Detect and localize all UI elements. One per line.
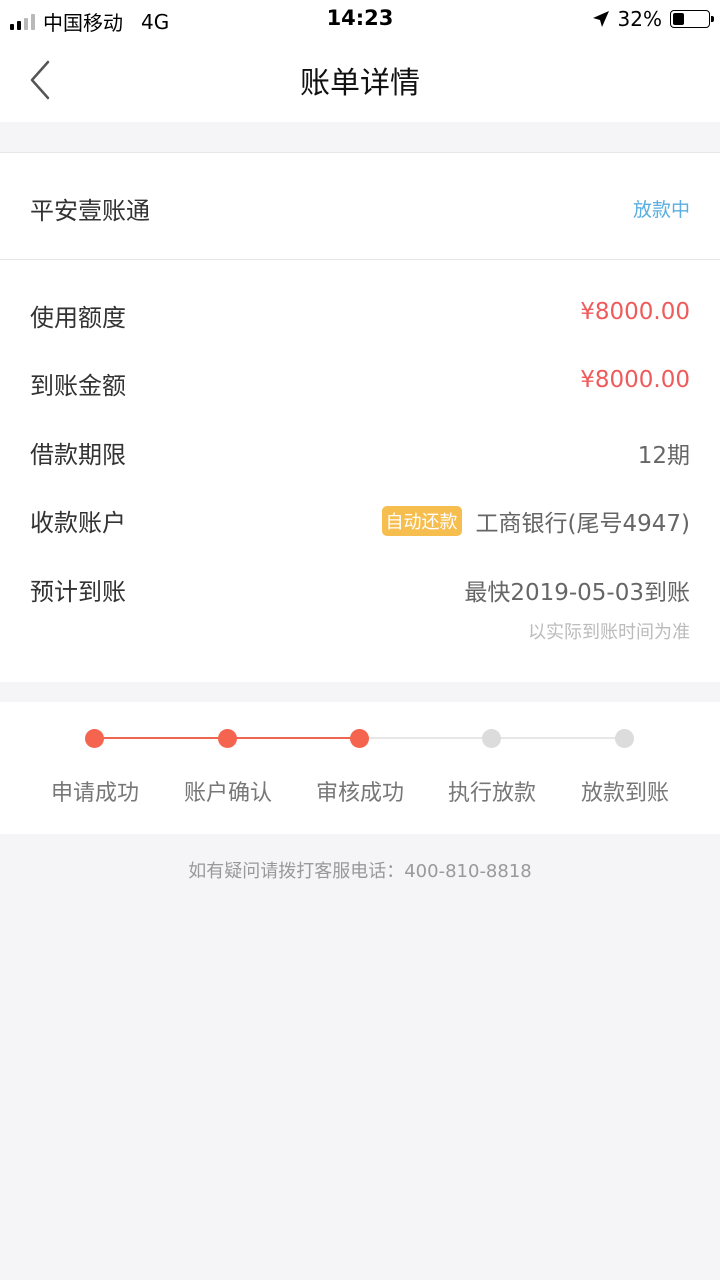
progress-track-3 bbox=[360, 737, 492, 739]
nav-bar: 账单详情 bbox=[0, 38, 720, 122]
step-dot-3 bbox=[350, 729, 369, 748]
receiving-account-value-group: 自动还款 工商银行(尾号4947) bbox=[381, 504, 690, 538]
received-amount-value: ¥8000.00 bbox=[580, 367, 690, 393]
loan-term-label: 借款期限 bbox=[30, 441, 126, 469]
loan-term-value: 12期 bbox=[637, 443, 690, 469]
step-label-1: 申请成功 bbox=[50, 781, 139, 806]
battery-level bbox=[673, 13, 684, 25]
detail-row-used-limit: 使用额度 ¥8000.00 bbox=[30, 298, 690, 338]
location-arrow-icon bbox=[592, 11, 609, 27]
step-label-3: 审核成功 bbox=[315, 781, 404, 806]
used-limit-label: 使用额度 bbox=[30, 304, 126, 332]
detail-row-loan-term: 借款期限 12期 bbox=[30, 435, 690, 475]
product-name: 平安壹账通 bbox=[30, 197, 150, 225]
step-label-4: 执行放款 bbox=[447, 781, 536, 806]
detail-row-expected-arrival: 预计到账 最快2019-05-03到账 bbox=[30, 572, 690, 612]
progress-track-4 bbox=[492, 737, 625, 739]
received-amount-label: 到账金额 bbox=[30, 372, 126, 400]
expected-arrival-label: 预计到账 bbox=[30, 578, 126, 606]
progress-track-1 bbox=[95, 737, 228, 739]
auto-repay-tag: 自动还款 bbox=[381, 506, 462, 536]
step-label-5: 放款到账 bbox=[580, 781, 669, 806]
page-title: 账单详情 bbox=[300, 66, 420, 101]
status-bar: 中国移动 4G 14:23 32% bbox=[0, 0, 720, 38]
progress-stepper: 申请成功 账户确认 审核成功 执行放款 放款到账 bbox=[0, 702, 720, 834]
receiving-account-label: 收款账户 bbox=[30, 509, 126, 537]
detail-row-received-amount: 到账金额 ¥8000.00 bbox=[30, 366, 690, 406]
customer-service-note[interactable]: 如有疑问请拨打客服电话：400-810-8818 bbox=[0, 857, 720, 883]
battery-percent: 32% bbox=[617, 7, 662, 31]
receiving-account-value: 工商银行(尾号4947) bbox=[475, 511, 690, 537]
status-right: 32% bbox=[592, 7, 714, 31]
product-card: 平安壹账通 放款中 bbox=[0, 152, 720, 260]
loan-details-card: 使用额度 ¥8000.00 到账金额 ¥8000.00 借款期限 12期 收款账… bbox=[0, 260, 720, 682]
battery-icon bbox=[670, 10, 714, 28]
used-limit-value: ¥8000.00 bbox=[580, 299, 690, 325]
detail-row-receiving-account: 收款账户 自动还款 工商银行(尾号4947) bbox=[30, 503, 690, 543]
step-dot-5 bbox=[615, 729, 634, 748]
expected-arrival-value: 最快2019-05-03到账 bbox=[464, 580, 690, 606]
status-badge: 放款中 bbox=[632, 199, 690, 221]
progress-track-2 bbox=[228, 737, 360, 739]
arrival-disclaimer: 以实际到账时间为准 bbox=[528, 622, 690, 643]
step-dot-2 bbox=[218, 729, 237, 748]
step-dot-1 bbox=[85, 729, 104, 748]
step-dot-4 bbox=[482, 729, 501, 748]
step-label-2: 账户确认 bbox=[183, 781, 272, 806]
